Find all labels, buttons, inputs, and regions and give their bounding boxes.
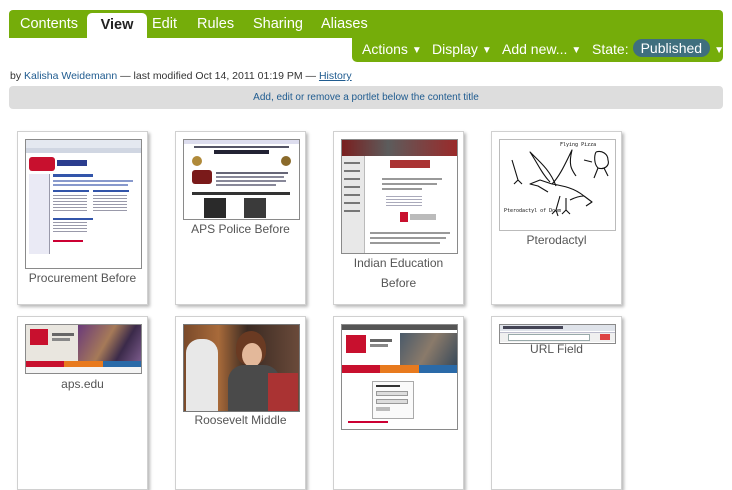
image-thumbnail	[341, 139, 458, 254]
pterodactyl-drawing	[511, 149, 609, 217]
add-new-menu-label: Add new...	[502, 41, 568, 57]
caret-down-icon: ▼	[571, 45, 582, 56]
state-label: State:	[592, 41, 629, 57]
image-title[interactable]: Indian Education	[334, 253, 463, 273]
image-card[interactable]: URL Field	[491, 316, 622, 490]
image-title[interactable]: APS Police Before	[176, 219, 305, 239]
edit-tab-bar: Contents View Edit Rules Sharing Aliases	[9, 10, 723, 38]
caret-down-icon: ▼	[714, 45, 724, 56]
image-title[interactable]: URL Field	[492, 339, 621, 359]
tab-contents[interactable]: Contents	[20, 10, 78, 38]
tab-view[interactable]: View	[87, 13, 147, 38]
image-card[interactable]: aps.edu	[17, 316, 148, 490]
tab-sharing[interactable]: Sharing	[253, 10, 303, 38]
document-byline: by Kalisha Weidemann — last modified Oct…	[10, 70, 352, 82]
content-actions-bar: Actions ▼ Display ▼ Add new... ▼ State: Publ…	[352, 38, 724, 62]
image-thumbnail	[25, 139, 142, 269]
image-title[interactable]: Procurement Before	[18, 268, 147, 288]
image-card[interactable]: Procurement Before	[17, 131, 148, 305]
image-card[interactable]: APS Police Before	[175, 131, 306, 305]
tab-edit[interactable]: Edit	[152, 10, 177, 38]
image-title[interactable]: Pterodactyl	[492, 230, 621, 250]
image-title[interactable]: Roosevelt Middle	[176, 410, 305, 430]
byline-prefix: by	[10, 70, 22, 82]
image-card[interactable]	[333, 316, 464, 490]
manage-portlets-link[interactable]: Add, edit or remove a portlet below the …	[9, 86, 723, 109]
display-menu-label: Display	[432, 41, 478, 57]
state-badge: Published	[632, 39, 711, 57]
image-title-line2[interactable]: Before	[334, 273, 463, 293]
actions-menu-label: Actions	[362, 41, 408, 57]
history-link[interactable]: History	[319, 70, 352, 82]
thumbnail-text: Pterodactyl of Doom	[504, 208, 562, 214]
image-title[interactable]: aps.edu	[18, 374, 147, 394]
caret-down-icon: ▼	[481, 45, 492, 56]
image-card[interactable]: Roosevelt Middle	[175, 316, 306, 490]
image-thumbnail	[341, 324, 458, 430]
last-modified-text: — last modified Oct 14, 2011 01:19 PM —	[120, 70, 317, 82]
image-thumbnail: Flying Pizza Pterodactyl of Doom	[499, 139, 616, 231]
caret-down-icon: ▼	[411, 45, 422, 56]
image-card[interactable]: Indian Education Before	[333, 131, 464, 305]
image-thumbnail	[183, 139, 300, 220]
author-link[interactable]: Kalisha Weidemann	[24, 70, 117, 82]
display-menu[interactable]: Display ▼	[432, 38, 492, 62]
tab-aliases[interactable]: Aliases	[321, 10, 368, 38]
actions-menu[interactable]: Actions ▼	[362, 38, 422, 62]
image-card[interactable]: Flying Pizza Pterodactyl of Doom Pteroda…	[491, 131, 622, 305]
tab-rules[interactable]: Rules	[197, 10, 234, 38]
thumbnail-text: Flying Pizza	[560, 142, 597, 148]
state-menu[interactable]: State: Published ▼	[592, 38, 724, 62]
image-thumbnail	[183, 324, 300, 412]
image-thumbnail	[25, 324, 142, 374]
add-new-menu[interactable]: Add new... ▼	[502, 38, 581, 62]
